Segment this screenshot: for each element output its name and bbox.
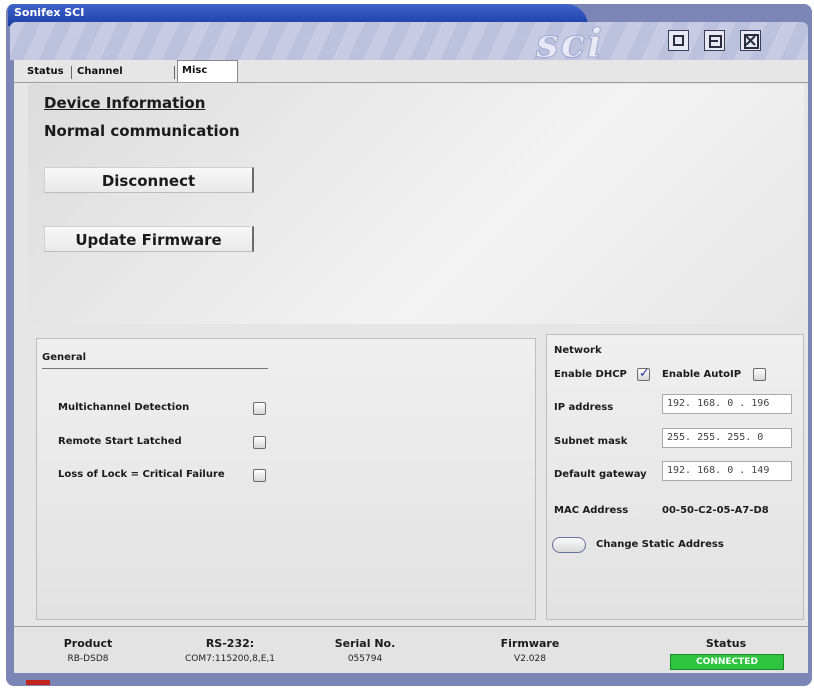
multichannel-detection-label: Multichannel Detection xyxy=(58,402,190,413)
app-title: Sonifex SCI xyxy=(14,6,85,19)
rs232-label: RS-232: xyxy=(205,637,255,650)
ip-address-label: IP address xyxy=(554,402,614,413)
subnet-mask-label: Subnet mask xyxy=(554,436,628,447)
tab-divider xyxy=(71,66,72,79)
tab-misc[interactable]: Misc xyxy=(177,60,238,83)
rs232-value: COM7:115200,8,E,1 xyxy=(185,654,275,664)
general-divider xyxy=(42,368,268,369)
mac-address-label: MAC Address xyxy=(554,505,629,516)
change-static-address-button[interactable] xyxy=(552,537,586,553)
close-icon[interactable] xyxy=(740,30,761,51)
multichannel-detection-checkbox[interactable] xyxy=(253,402,266,415)
remote-start-latched-label: Remote Start Latched xyxy=(58,436,182,447)
serial-label: Serial No. xyxy=(334,637,396,650)
status-label: Status xyxy=(705,637,747,650)
loss-of-lock-label: Loss of Lock = Critical Failure xyxy=(58,469,225,480)
enable-dhcp-label: Enable DHCP xyxy=(554,369,627,380)
minimize-icon[interactable] xyxy=(704,30,725,51)
subnet-mask-field[interactable]: 255. 255. 255. 0 xyxy=(662,428,792,448)
network-title: Network xyxy=(554,345,602,356)
product-label: Product xyxy=(63,637,113,650)
change-static-address-label: Change Static Address xyxy=(596,539,724,550)
tab-channel-status[interactable]: Channel Status xyxy=(74,62,126,97)
ip-address-field[interactable]: 192. 168. 0 . 196 xyxy=(662,394,792,414)
enable-autoip-checkbox[interactable] xyxy=(753,368,766,381)
loss-of-lock-checkbox[interactable] xyxy=(253,469,266,482)
corner-marker xyxy=(26,680,50,685)
default-gateway-label: Default gateway xyxy=(554,469,647,480)
update-firmware-button[interactable]: Update Firmware xyxy=(44,226,254,252)
connection-status-badge: CONNECTED xyxy=(670,654,784,670)
product-value: RB-DSD8 xyxy=(67,654,109,664)
tab-underline xyxy=(14,82,808,83)
comm-status-text: Normal communication xyxy=(44,122,240,140)
tab-status[interactable]: Status xyxy=(24,62,67,82)
serial-value: 055794 xyxy=(347,654,383,664)
enable-dhcp-checkbox[interactable] xyxy=(637,366,650,381)
default-gateway-field[interactable]: 192. 168. 0 . 149 xyxy=(662,461,792,481)
mac-address-value: 00-50-C2-05-A7-D8 xyxy=(662,505,769,516)
tab-divider xyxy=(174,66,175,79)
device-info-heading: Device Information xyxy=(44,94,206,112)
enable-autoip-label: Enable AutoIP xyxy=(662,369,742,380)
firmware-value: V2.028 xyxy=(514,654,546,664)
disconnect-button[interactable]: Disconnect xyxy=(44,167,254,193)
restore-icon[interactable] xyxy=(668,30,689,51)
device-panel xyxy=(28,84,804,324)
remote-start-latched-checkbox[interactable] xyxy=(253,436,266,449)
general-title: General xyxy=(42,352,86,363)
firmware-label: Firmware xyxy=(500,637,560,650)
